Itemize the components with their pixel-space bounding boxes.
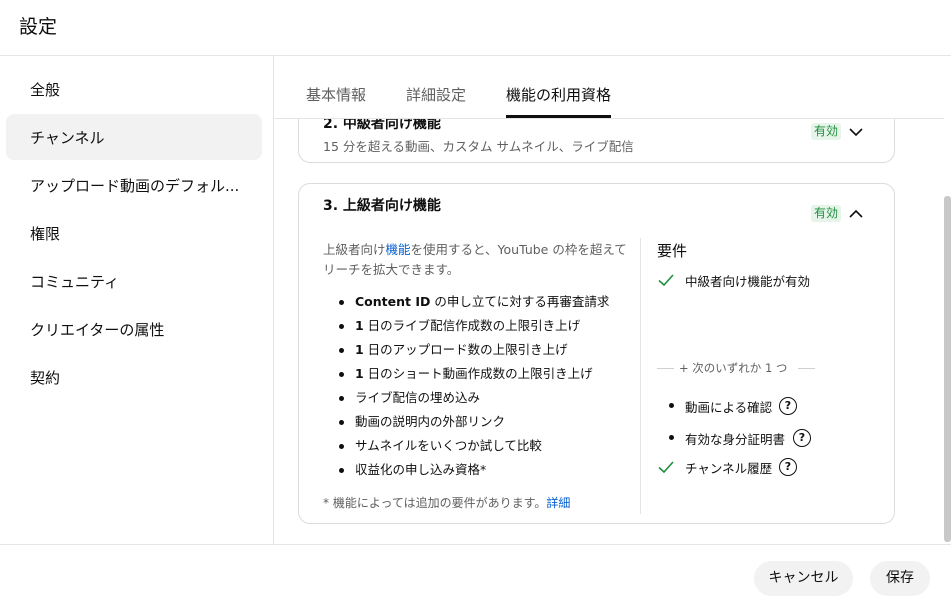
sidebar-item-channel[interactable]: チャンネル: [6, 114, 262, 160]
section-title: 3. 上級者向け機能: [323, 198, 441, 214]
sidebar-item-label: 権限: [30, 225, 61, 243]
tab-feature-eligibility[interactable]: 機能の利用資格: [506, 84, 611, 105]
feature-bold: 1: [355, 342, 364, 357]
section-title: 2. 中級者向け機能: [323, 119, 441, 132]
feature-bold: 1: [355, 318, 364, 333]
feature-bold: Content ID: [355, 294, 431, 309]
status-badge: 有効: [811, 123, 841, 140]
sidebar-item-label: チャンネル: [30, 129, 105, 147]
list-item: サムネイルをいくつか試して比較: [337, 437, 609, 461]
bullet: [669, 435, 674, 440]
separator-line: [657, 368, 674, 369]
content-scrollbar[interactable]: [944, 196, 951, 542]
description-text: 上級者向け: [323, 242, 386, 257]
settings-sidebar: 全般 チャンネル アップロード動画のデフォル... 権限 コミュニティ クリエイ…: [0, 56, 274, 544]
features-link[interactable]: 機能: [386, 242, 411, 257]
intermediate-features-card[interactable]: 2. 中級者向け機能 15 分を超える動画、カスタム サムネイル、ライブ配信 有…: [298, 119, 895, 163]
section-description: 上級者向け機能を使用すると、YouTube の枠を超えてリーチを拡大できます。: [323, 240, 631, 280]
save-button[interactable]: 保存: [870, 561, 930, 596]
feature-text: 収益化の申し込み資格*: [355, 462, 487, 477]
check-icon: [658, 274, 674, 287]
sidebar-item-creator-attributes[interactable]: クリエイターの属性: [6, 306, 262, 352]
feature-list: Content ID の申し立てに対する再審査請求 1 日のライブ配信作成数の上…: [337, 293, 609, 485]
one-of-separator: + 次のいずれか 1 つ: [657, 360, 815, 376]
sidebar-item-label: 契約: [30, 369, 61, 387]
requirement-text: 動画による確認: [685, 400, 773, 415]
chevron-up-icon[interactable]: [846, 204, 866, 224]
dialog-footer: キャンセル 保存: [0, 544, 951, 604]
advanced-features-card: 3. 上級者向け機能 有効 上級者向け機能を使用すると、YouTube の枠を超…: [298, 183, 895, 524]
requirements-title: 要件: [657, 242, 688, 260]
requirement-text: 中級者向け機能が有効: [685, 274, 811, 289]
separator-line: [798, 368, 815, 369]
footnote: * 機能によっては追加の要件があります。詳細: [323, 494, 570, 511]
sidebar-item-label: コミュニティ: [30, 273, 120, 291]
list-item: Content ID の申し立てに対する再審査請求: [337, 293, 609, 317]
list-item: 1 日のアップロード数の上限引き上げ: [337, 341, 609, 365]
requirement-text: 有効な身分証明書: [685, 432, 786, 447]
cancel-button[interactable]: キャンセル: [754, 561, 853, 596]
one-of-label: + 次のいずれか 1 つ: [679, 361, 788, 375]
feature-text: 動画の説明内の外部リンク: [355, 414, 506, 429]
status-badge: 有効: [811, 205, 841, 222]
feature-text: サムネイルをいくつか試して比較: [355, 438, 542, 453]
list-item: 動画の説明内の外部リンク: [337, 413, 609, 437]
dialog-header: 設定: [0, 0, 951, 56]
column-divider: [640, 238, 641, 514]
feature-bold: 1: [355, 366, 364, 381]
details-link[interactable]: 詳細: [546, 496, 570, 510]
tab-advanced-settings[interactable]: 詳細設定: [406, 84, 466, 105]
channel-tabs: 基本情報 詳細設定 機能の利用資格: [274, 56, 944, 119]
requirement-text: チャンネル履歴: [685, 461, 773, 476]
sidebar-item-general[interactable]: 全般: [6, 66, 262, 112]
feature-text: 日のショート動画作成数の上限引き上げ: [363, 366, 593, 381]
dialog-title: 設定: [19, 16, 58, 38]
sidebar-item-community[interactable]: コミュニティ: [6, 258, 262, 304]
sidebar-item-label: アップロード動画のデフォル...: [30, 177, 240, 195]
feature-text: ライブ配信の埋め込み: [355, 390, 481, 405]
sidebar-item-upload-defaults[interactable]: アップロード動画のデフォル...: [6, 162, 262, 208]
feature-eligibility-panel: 2. 中級者向け機能 15 分を超える動画、カスタム サムネイル、ライブ配信 有…: [274, 119, 944, 544]
tab-basic-info[interactable]: 基本情報: [306, 84, 366, 105]
feature-text: の申し立てに対する再審査請求: [430, 294, 610, 309]
check-icon: [658, 461, 674, 474]
active-tab-indicator: [506, 115, 611, 118]
help-icon[interactable]: ?: [793, 429, 811, 447]
help-icon[interactable]: ?: [779, 458, 797, 476]
sidebar-item-label: クリエイターの属性: [30, 321, 165, 339]
list-item: ライブ配信の埋め込み: [337, 389, 609, 413]
footnote-text: * 機能によっては追加の要件があります。: [323, 496, 547, 510]
sidebar-item-agreements[interactable]: 契約: [6, 354, 262, 400]
sidebar-item-label: 全般: [30, 81, 61, 99]
section-subtitle: 15 分を超える動画、カスタム サムネイル、ライブ配信: [323, 139, 634, 154]
feature-text: 日のライブ配信作成数の上限引き上げ: [363, 318, 581, 333]
help-icon[interactable]: ?: [779, 397, 797, 415]
list-item: 1 日のショート動画作成数の上限引き上げ: [337, 365, 609, 389]
list-item: 1 日のライブ配信作成数の上限引き上げ: [337, 317, 609, 341]
feature-text: 日のアップロード数の上限引き上げ: [363, 342, 568, 357]
chevron-down-icon[interactable]: [846, 122, 866, 142]
bullet: [669, 403, 674, 408]
list-item: 収益化の申し込み資格*: [337, 461, 609, 485]
sidebar-item-permissions[interactable]: 権限: [6, 210, 262, 256]
